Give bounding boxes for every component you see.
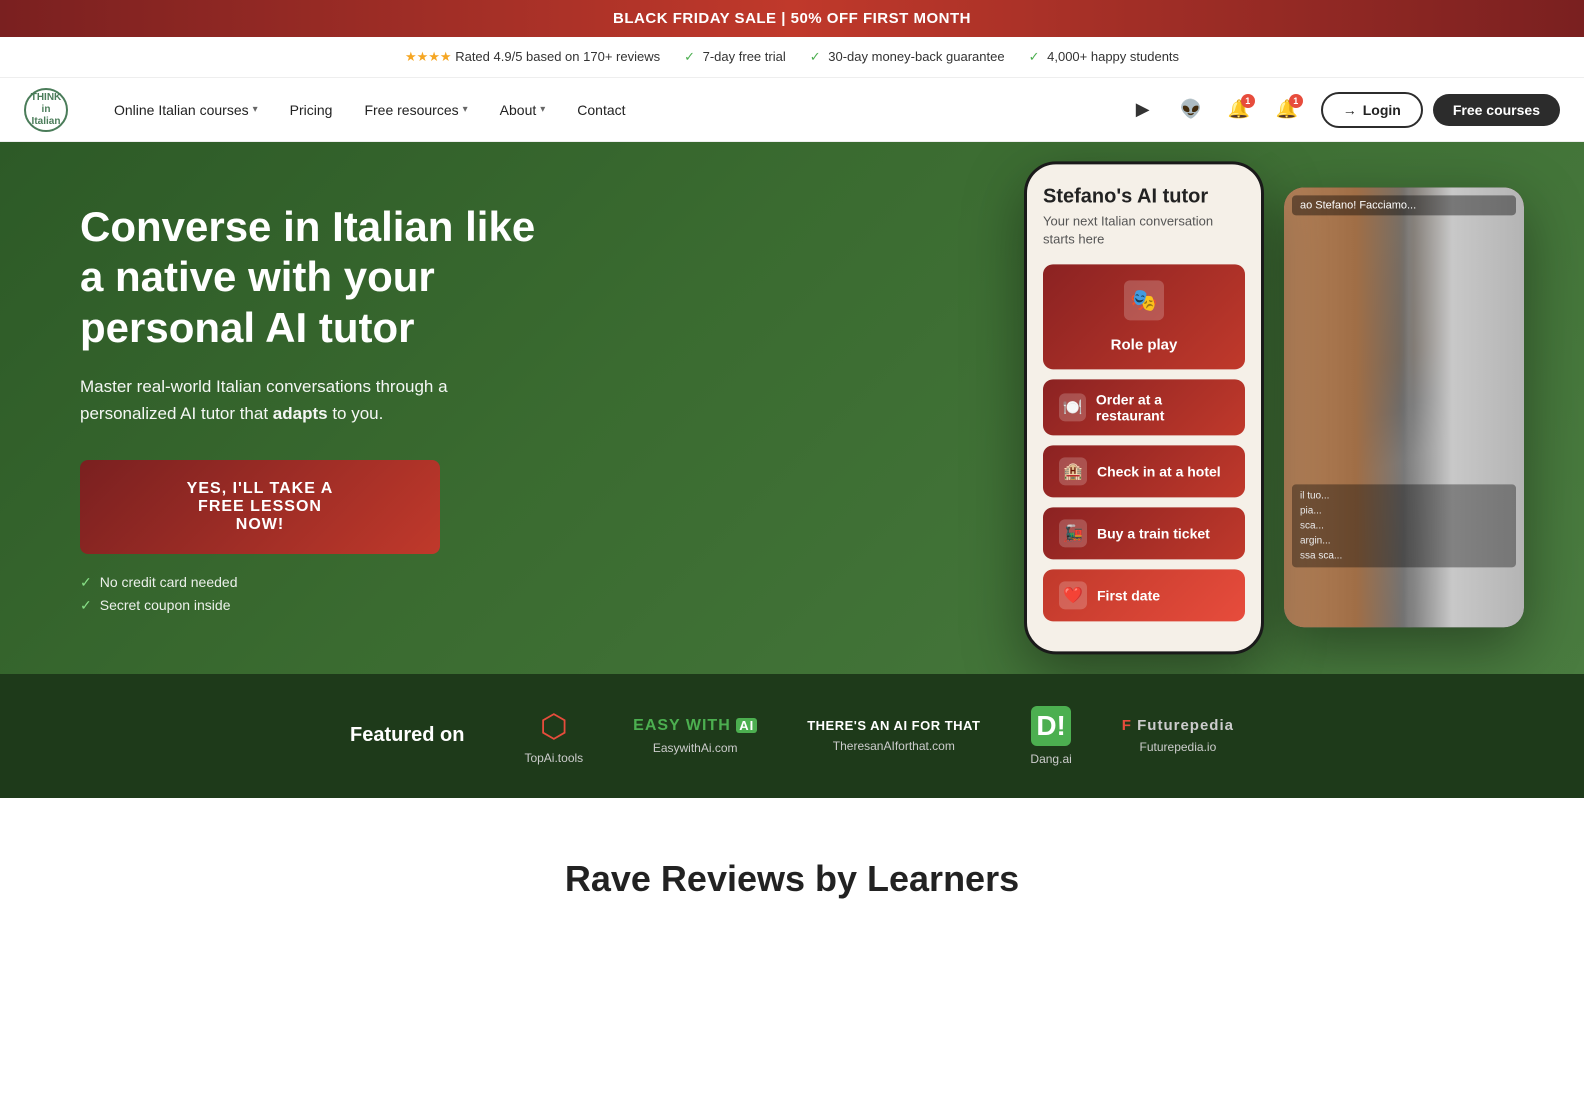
- restaurant-icon: 🍽️: [1059, 393, 1086, 421]
- phone-subtitle: Your next Italian conversation starts he…: [1043, 212, 1245, 248]
- nav-item-about[interactable]: About ▾: [486, 94, 560, 126]
- reddit-button[interactable]: 👽: [1173, 92, 1209, 128]
- hero-subtitle: Master real-world Italian conversations …: [80, 373, 540, 427]
- stars-icon: ★★★★: [405, 49, 452, 64]
- phone-mockup: Stefano's AI tutor Your next Italian con…: [1024, 161, 1264, 654]
- youtube-icon: ▶: [1136, 99, 1150, 120]
- phone-header: Stefano's AI tutor: [1043, 184, 1245, 208]
- nav-item-courses[interactable]: Online Italian courses ▾: [100, 94, 272, 126]
- chevron-down-icon: ▾: [253, 104, 258, 115]
- login-button[interactable]: → Login: [1321, 92, 1423, 128]
- hotel-icon: 🏨: [1059, 457, 1087, 485]
- check-icon-3: ✓: [1029, 49, 1040, 64]
- rating-text: Rated 4.9/5 based on 170+ reviews: [455, 49, 660, 64]
- heart-icon: ❤️: [1059, 581, 1087, 609]
- trust-bar: ★★★★ Rated 4.9/5 based on 170+ reviews ✓…: [0, 37, 1584, 78]
- login-icon: →: [1343, 102, 1357, 118]
- check-item-2: ✓ Secret coupon inside: [80, 597, 540, 614]
- featured-label: Featured on: [350, 724, 464, 747]
- reviews-section: Rave Reviews by Learners: [0, 798, 1584, 920]
- star-rating: ★★★★ Rated 4.9/5 based on 170+ reviews: [405, 49, 660, 65]
- cta-button[interactable]: YES, I'LL TAKE AFREE LESSONNOW!: [80, 460, 440, 554]
- hero-text-block: Converse in Italian like a native with y…: [80, 202, 540, 614]
- featured-logo-futurepedia[interactable]: F Futurepedia Futurepedia.io: [1122, 717, 1234, 754]
- topai-name: TopAi.tools: [524, 751, 583, 765]
- featured-logo-topai[interactable]: ⬡ TopAi.tools: [524, 707, 583, 765]
- check-icon-coupon: ✓: [80, 597, 92, 614]
- dang-name: Dang.ai: [1030, 752, 1071, 766]
- youtube-button[interactable]: ▶: [1125, 92, 1161, 128]
- hero-visuals: Stefano's AI tutor Your next Italian con…: [1024, 161, 1524, 654]
- roleplay-icon: 🎭: [1124, 280, 1164, 320]
- check-icon-2: ✓: [810, 49, 821, 64]
- banner-text: BLACK FRIDAY SALE | 50% OFF FIRST MONTH: [613, 10, 971, 27]
- notification-button-1[interactable]: 🔔 1: [1221, 92, 1257, 128]
- phone-btn-hotel[interactable]: 🏨 Check in at a hotel: [1043, 445, 1245, 497]
- featured-logo-dang[interactable]: D! Dang.ai: [1030, 706, 1071, 766]
- reviews-title: Rave Reviews by Learners: [80, 858, 1504, 900]
- nav-item-contact[interactable]: Contact: [563, 94, 639, 126]
- train-icon: 🚂: [1059, 519, 1087, 547]
- ai-face-transcript: il tuo...pia...sca...argin...ssa sca...: [1292, 485, 1516, 568]
- phone-btn-roleplay[interactable]: 🎭 Role play: [1043, 264, 1245, 369]
- nav-actions: → Login Free courses: [1321, 92, 1560, 128]
- theresanai-text: THERE'S AN AI FOR THAT: [807, 718, 980, 733]
- hero-section: Converse in Italian like a native with y…: [0, 142, 1584, 674]
- featured-logo-easywith[interactable]: EASY WITH AI EasywithAi.com: [633, 717, 757, 755]
- free-courses-button[interactable]: Free courses: [1433, 94, 1560, 126]
- logo-icon: THINK in Italian: [24, 88, 68, 132]
- notification-button-2[interactable]: 🔔 1: [1269, 92, 1305, 128]
- trust-item-trial: ✓ 7-day free trial: [684, 49, 786, 65]
- easywith-text: EASY WITH AI: [633, 717, 757, 735]
- hero-checks: ✓ No credit card needed ✓ Secret coupon …: [80, 574, 540, 614]
- ai-face-image: ao Stefano! Facciamo... il tuo...pia...s…: [1284, 188, 1524, 628]
- futurepedia-text: F Futurepedia: [1122, 717, 1234, 734]
- check-item-1: ✓ No credit card needed: [80, 574, 540, 591]
- check-icon-1: ✓: [684, 49, 695, 64]
- navbar: THINK in Italian Online Italian courses …: [0, 78, 1584, 142]
- logo[interactable]: THINK in Italian: [24, 88, 68, 132]
- ai-face-visual: ao Stefano! Facciamo... il tuo...pia...s…: [1284, 188, 1524, 628]
- featured-section: Featured on ⬡ TopAi.tools EASY WITH AI E…: [0, 674, 1584, 798]
- check-icon-no-card: ✓: [80, 574, 92, 591]
- dang-icon: D!: [1031, 706, 1071, 746]
- notification-badge-2: 1: [1289, 94, 1303, 108]
- trust-item-guarantee: ✓ 30-day money-back guarantee: [810, 49, 1005, 65]
- topai-icon: ⬡: [540, 707, 568, 745]
- theresanai-name: TheresanAIforthat.com: [833, 739, 955, 753]
- notification-badge-1: 1: [1241, 94, 1255, 108]
- chevron-down-icon-3: ▾: [540, 104, 545, 115]
- chevron-down-icon-2: ▾: [463, 104, 468, 115]
- nav-item-resources[interactable]: Free resources ▾: [350, 94, 481, 126]
- nav-item-pricing[interactable]: Pricing: [276, 94, 347, 126]
- featured-logo-theresanai[interactable]: THERE'S AN AI FOR THAT TheresanAIforthat…: [807, 718, 980, 753]
- nav-items: Online Italian courses ▾ Pricing Free re…: [100, 94, 1125, 126]
- phone-btn-restaurant[interactable]: 🍽️ Order at a restaurant: [1043, 379, 1245, 435]
- ai-face-overlay-text: ao Stefano! Facciamo...: [1292, 196, 1516, 216]
- nav-icons: ▶ 👽 🔔 1 🔔 1: [1125, 92, 1305, 128]
- trust-item-students: ✓ 4,000+ happy students: [1029, 49, 1179, 65]
- reddit-icon: 👽: [1180, 99, 1202, 120]
- hero-title: Converse in Italian like a native with y…: [80, 202, 540, 353]
- phone-btn-firstdate[interactable]: ❤️ First date: [1043, 569, 1245, 621]
- easywith-name: EasywithAi.com: [653, 741, 738, 755]
- top-banner: BLACK FRIDAY SALE | 50% OFF FIRST MONTH: [0, 0, 1584, 37]
- futurepedia-name: Futurepedia.io: [1140, 740, 1217, 754]
- featured-logos: ⬡ TopAi.tools EASY WITH AI EasywithAi.co…: [524, 706, 1234, 766]
- phone-btn-train[interactable]: 🚂 Buy a train ticket: [1043, 507, 1245, 559]
